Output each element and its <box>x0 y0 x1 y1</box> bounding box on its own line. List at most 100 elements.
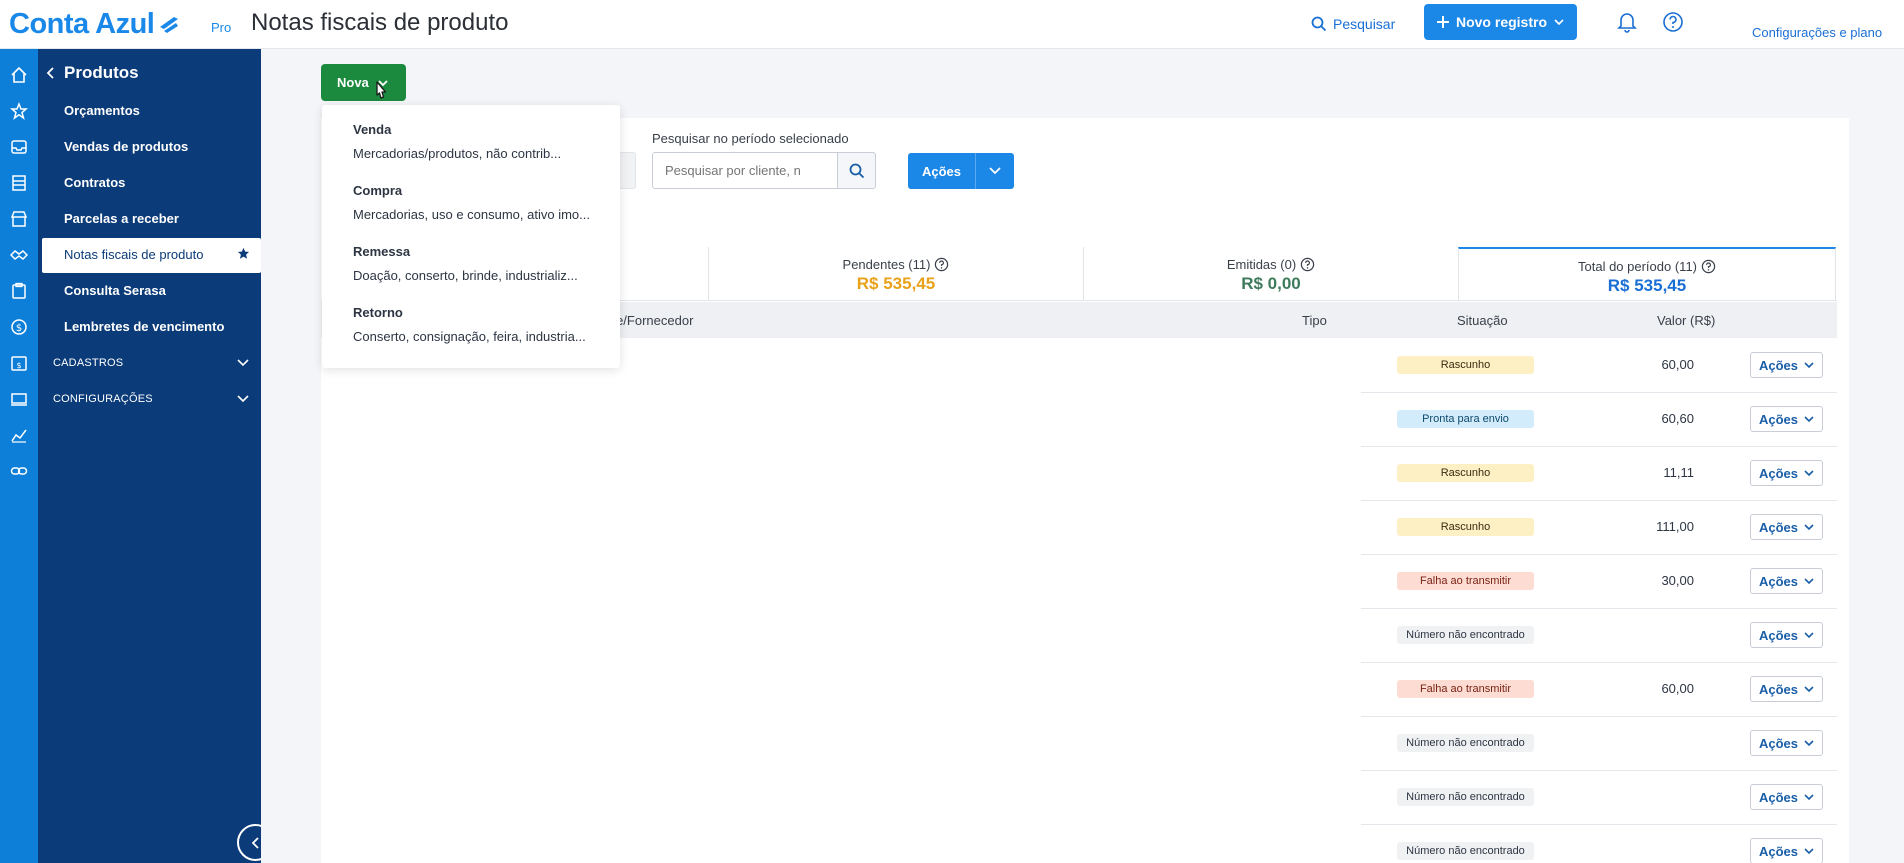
tab-emitidas[interactable]: Emitidas (0) R$ 0,00 <box>1083 247 1458 301</box>
bell-icon <box>1617 13 1637 33</box>
sidebar-section-configuracoes[interactable]: CONFIGURAÇÕES <box>53 393 249 405</box>
config-and-plan-link[interactable]: Configurações e plano <box>1752 25 1882 40</box>
table-row[interactable]: Número não encontrado Ações <box>1361 717 1837 771</box>
inbox-icon[interactable] <box>7 135 31 159</box>
favorite-star-icon[interactable] <box>237 247 250 260</box>
table-row[interactable]: Rascunho 60,00 Ações <box>1361 339 1837 393</box>
sidebar-item-vendas[interactable]: Vendas de produtos <box>64 139 188 154</box>
new-record-button[interactable]: Novo registro <box>1424 4 1577 40</box>
table-row[interactable]: Pronta para envio 60,60 Ações <box>1361 393 1837 447</box>
menu-item-remessa[interactable]: Remessa Doação, conserto, brinde, indust… <box>353 244 613 283</box>
menu-item-venda[interactable]: Venda Mercadorias/produtos, não contrib.… <box>353 122 613 161</box>
search-icon <box>1311 16 1327 32</box>
search-input[interactable] <box>652 152 838 189</box>
chevron-left-icon <box>251 836 259 849</box>
table-row[interactable]: Número não encontrado Ações <box>1361 609 1837 663</box>
table-row[interactable]: Número não encontrado Ações <box>1361 825 1837 863</box>
tab-label: Total do período (11) <box>1578 259 1697 274</box>
row-actions-label: Ações <box>1758 735 1799 751</box>
row-actions-label: Ações <box>1758 573 1799 589</box>
row-value: 60,60 <box>1661 411 1694 426</box>
tab-pendentes[interactable]: Pendentes (11) R$ 535,45 <box>708 247 1083 301</box>
module-rail: $ $ <box>0 49 38 863</box>
row-actions-button[interactable]: Ações <box>1750 514 1823 540</box>
notifications-button[interactable] <box>1616 11 1638 38</box>
menu-item-compra[interactable]: Compra Mercadorias, uso e consumo, ativo… <box>353 183 613 222</box>
table-row[interactable]: Falha ao transmitir 30,00 Ações <box>1361 555 1837 609</box>
status-badge: Rascunho <box>1397 356 1534 374</box>
sidebar-item-lembretes[interactable]: Lembretes de vencimento <box>64 319 224 334</box>
sidebar-item-contratos[interactable]: Contratos <box>64 175 125 190</box>
nova-button[interactable]: Nova <box>321 64 406 101</box>
chevron-down-icon <box>1804 631 1814 638</box>
row-actions-button[interactable]: Ações <box>1750 622 1823 648</box>
chevron-down-icon <box>237 359 249 367</box>
bulk-actions-button[interactable]: Ações <box>908 153 975 189</box>
sidebar-item-orcamentos[interactable]: Orçamentos <box>64 103 140 118</box>
clipboard-icon[interactable] <box>7 279 31 303</box>
bulk-actions-dropdown-button[interactable] <box>975 153 1014 189</box>
column-valor[interactable]: Valor (R$) <box>1657 313 1715 328</box>
column-situacao[interactable]: Situação <box>1457 313 1508 328</box>
row-actions-button[interactable]: Ações <box>1750 676 1823 702</box>
row-actions-label: Ações <box>1758 843 1799 859</box>
new-record-label: Novo registro <box>1455 14 1547 30</box>
table-row[interactable]: Rascunho 111,00 Ações <box>1361 501 1837 555</box>
search-label: Pesquisar <box>1333 16 1396 32</box>
search-submit-button[interactable] <box>837 152 876 189</box>
help-icon[interactable] <box>934 257 949 272</box>
section-label: CADASTROS <box>53 357 124 369</box>
row-actions-label: Ações <box>1758 357 1799 373</box>
chevron-down-icon <box>1804 847 1814 854</box>
row-actions-button[interactable]: Ações <box>1750 406 1823 432</box>
search-button[interactable]: Pesquisar <box>1311 12 1395 36</box>
status-badge: Falha ao transmitir <box>1397 572 1534 590</box>
sidebar-section-cadastros[interactable]: CADASTROS <box>53 357 249 369</box>
chevron-down-icon <box>1804 469 1814 476</box>
row-actions-button[interactable]: Ações <box>1750 460 1823 486</box>
cash-register-icon[interactable] <box>7 387 31 411</box>
sidebar-item-notas-fiscais[interactable]: Notas fiscais de produto <box>42 238 261 273</box>
conta-azul-logo[interactable]: Conta Azul <box>9 8 180 41</box>
table-row[interactable]: Rascunho 11,11 Ações <box>1361 447 1837 501</box>
tab-value: R$ 535,45 <box>856 274 936 293</box>
help-icon[interactable] <box>1701 259 1716 274</box>
help-icon[interactable] <box>1300 257 1315 272</box>
tab-label: Emitidas (0) <box>1226 257 1297 272</box>
chevron-down-icon <box>237 395 249 403</box>
table-row[interactable]: Número não encontrado Ações <box>1361 771 1837 825</box>
sidebar-item-parcelas[interactable]: Parcelas a receber <box>64 211 179 226</box>
chevron-down-icon <box>1804 523 1814 530</box>
plan-badge: Pro <box>211 20 232 35</box>
row-actions-button[interactable]: Ações <box>1750 838 1823 863</box>
calendar-money-icon[interactable]: $ <box>7 351 31 375</box>
top-bar: Conta Azul Pro Notas fiscais de produto … <box>0 0 1904 49</box>
tab-total-periodo[interactable]: Total do período (11) R$ 535,45 <box>1458 247 1836 301</box>
handshake-icon[interactable] <box>7 243 31 267</box>
menu-item-retorno[interactable]: Retorno Conserto, consignação, feira, in… <box>353 305 613 344</box>
column-tipo[interactable]: Tipo <box>1302 313 1327 328</box>
bank-icon[interactable] <box>7 171 31 195</box>
sidebar-item-serasa[interactable]: Consulta Serasa <box>64 283 166 298</box>
store-icon[interactable] <box>7 207 31 231</box>
help-button[interactable] <box>1662 11 1684 38</box>
sidebar-item-label: Notas fiscais de produto <box>64 247 204 262</box>
row-actions-button[interactable]: Ações <box>1750 352 1823 378</box>
row-actions-button[interactable]: Ações <box>1750 784 1823 810</box>
row-actions-button[interactable]: Ações <box>1750 568 1823 594</box>
sidebar: Produtos Orçamentos Vendas de produtos C… <box>38 49 261 863</box>
row-actions-label: Ações <box>1758 519 1799 535</box>
money-icon[interactable]: $ <box>7 315 31 339</box>
chart-icon[interactable] <box>7 423 31 447</box>
home-icon[interactable] <box>7 63 31 87</box>
table-row[interactable]: Falha ao transmitir 60,00 Ações <box>1361 663 1837 717</box>
logo-mark-icon <box>160 16 179 33</box>
sidebar-back-button[interactable]: Produtos <box>46 63 139 83</box>
chevron-down-icon <box>1804 793 1814 800</box>
status-badge: Número não encontrado <box>1397 734 1534 752</box>
row-actions-button[interactable]: Ações <box>1750 730 1823 756</box>
star-icon[interactable] <box>7 99 31 123</box>
chevron-down-icon <box>1804 739 1814 746</box>
link-icon[interactable] <box>7 459 31 483</box>
status-badge: Número não encontrado <box>1397 842 1534 860</box>
